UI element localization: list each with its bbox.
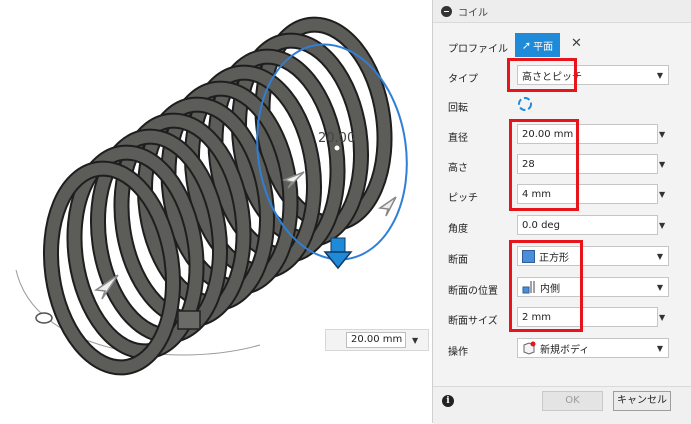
panel-title-bar: コイル [433, 0, 691, 23]
dimension-input[interactable]: 20.00 mm ▼ [325, 329, 429, 351]
type-label: タイプ [448, 74, 478, 85]
pitch-label: ピッチ [448, 193, 478, 204]
chevron-down-icon: ▼ [656, 252, 663, 261]
panel-footer: i OK キャンセル [433, 386, 691, 424]
diameter-dropdown-icon[interactable]: ▼ [659, 130, 665, 139]
coil-panel: コイル プロファイル ➚ 平面 ✕ タイプ 高さとピッチ ▼ 回転 直径 20.… [432, 0, 691, 424]
info-icon[interactable]: i [442, 395, 454, 407]
profile-plane-button[interactable]: ➚ 平面 [515, 33, 560, 57]
chevron-down-icon: ▼ [656, 283, 663, 292]
cancel-button[interactable]: キャンセル [613, 391, 671, 411]
highlight-dimensions [509, 119, 579, 211]
dimension-label: 20.00 [318, 131, 355, 146]
chevron-down-icon: ▼ [656, 71, 663, 80]
operation-value: 新規ボディ [540, 344, 590, 356]
angle-input[interactable]: 0.0 deg [517, 215, 658, 235]
section-size-dropdown-icon[interactable]: ▼ [659, 313, 665, 322]
diameter-handle[interactable] [35, 312, 53, 324]
section-square [177, 310, 201, 330]
diameter-arrow-right[interactable] [377, 196, 397, 217]
diameter-label: 直径 [448, 133, 468, 144]
angle-label: 角度 [448, 224, 468, 235]
rotation-toggle-icon[interactable] [517, 96, 533, 112]
height-label: 高さ [448, 163, 468, 174]
3d-viewport[interactable]: 20.00 20.00 mm ▼ [0, 0, 432, 423]
dimension-dropdown-icon[interactable]: ▼ [412, 336, 418, 345]
cursor-icon: ➚ [521, 38, 532, 52]
clear-selection-icon[interactable]: ✕ [571, 36, 582, 51]
section-position-label: 断面の位置 [448, 286, 498, 297]
operation-select[interactable]: 新規ボディ ▼ [517, 338, 669, 358]
coil-model[interactable]: 20.00 [0, 0, 432, 423]
angle-dropdown-icon[interactable]: ▼ [659, 221, 665, 230]
profile-label: プロファイル [448, 44, 508, 55]
section-label: 断面 [448, 255, 468, 266]
collapse-icon[interactable] [441, 5, 452, 17]
dimension-input-value[interactable]: 20.00 mm [346, 332, 406, 348]
rotation-label: 回転 [448, 103, 468, 114]
height-dropdown-icon[interactable]: ▼ [659, 160, 665, 169]
new-body-icon [523, 341, 536, 355]
section-size-label: 断面サイズ [448, 316, 498, 327]
highlight-type [507, 58, 577, 92]
ok-button[interactable]: OK [542, 391, 603, 411]
angle-value: 0.0 deg [522, 219, 560, 231]
operation-label: 操作 [448, 347, 468, 358]
highlight-section [509, 240, 583, 332]
pitch-dropdown-icon[interactable]: ▼ [659, 190, 665, 199]
coil-turns [42, 16, 393, 376]
profile-plane-label: 平面 [533, 41, 554, 53]
chevron-down-icon: ▼ [656, 344, 663, 353]
panel-title: コイル [458, 7, 488, 19]
